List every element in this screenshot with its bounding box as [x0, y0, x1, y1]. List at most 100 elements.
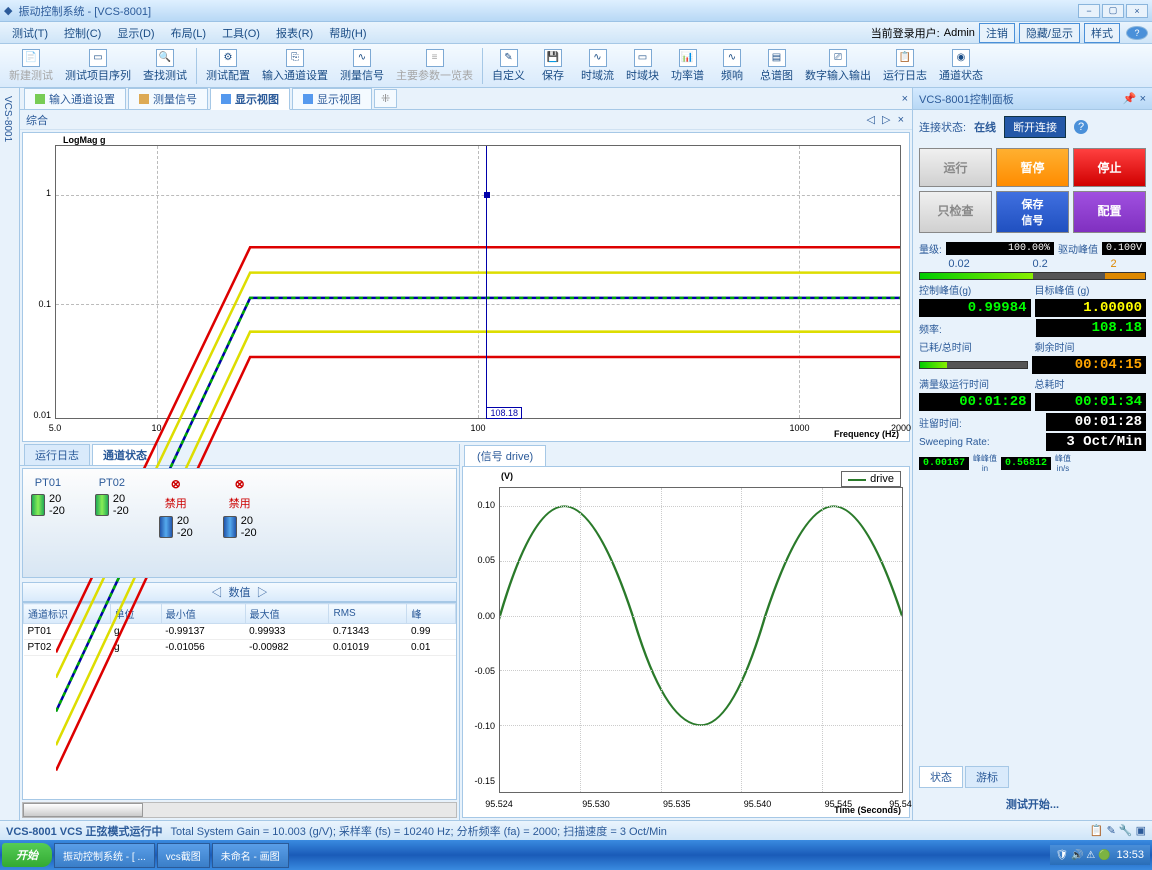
tb-customize[interactable]: ✎自定义: [487, 47, 530, 85]
tb-save[interactable]: 💾保存: [532, 47, 574, 85]
total-time: 00:01:34: [1035, 393, 1147, 411]
channel-4: ⊗禁用20-20: [223, 477, 257, 569]
menu-tools[interactable]: 工具(O): [214, 23, 268, 43]
dwell-time: 00:01:28: [1046, 413, 1146, 431]
signal-legend: drive: [841, 471, 901, 487]
cursor-readout: 108.18: [486, 407, 522, 419]
main-toolbar: 📄新建测试 ▭测试项目序列 🔍查找测试 ⚙测试配置 ⎘输入通道设置 ∿测量信号 …: [0, 44, 1152, 88]
pause-button[interactable]: 暂停: [996, 148, 1069, 187]
user-name: Admin: [944, 27, 975, 39]
status-mode: VCS-8001 VCS 正弦模式运行中: [6, 823, 162, 839]
disabled-icon: ⊗: [171, 477, 181, 491]
drive-bar: [919, 272, 1146, 280]
chart-ylabel: LogMag g: [63, 135, 106, 145]
pk-ins: 0.56812: [1001, 457, 1051, 470]
status-bar: VCS-8001 VCS 正弦模式运行中 Total System Gain =…: [0, 820, 1152, 840]
config-button[interactable]: 配置: [1073, 191, 1146, 233]
tb-digital-io[interactable]: ⎚数字输入输出: [800, 47, 876, 85]
status-icons: 📋 ✎ 🔧 ▣: [1090, 824, 1146, 837]
chart-cursor[interactable]: [486, 146, 487, 418]
doctab-display-view-1[interactable]: 显示视图: [210, 88, 290, 110]
title-bar: ◆ 振动控制系统 - [VCS-8001] − ▢ ×: [0, 0, 1152, 22]
channel-pt02: PT0220-20: [95, 477, 129, 569]
help-icon[interactable]: ?: [1126, 26, 1148, 40]
menu-report[interactable]: 报表(R): [268, 23, 321, 43]
panel-pin-icon[interactable]: 📌 ×: [1123, 92, 1146, 105]
subbar-title: 综合: [26, 112, 48, 128]
channel-3: ⊗禁用20-20: [159, 477, 193, 569]
menu-display[interactable]: 显示(D): [109, 23, 162, 43]
doctab-input-channels[interactable]: 输入通道设置: [24, 88, 126, 110]
tb-params[interactable]: ≡主要参数一览表: [391, 47, 478, 85]
tb-channel-status[interactable]: ◉通道状态: [934, 47, 988, 85]
connection-status: 在线: [974, 119, 996, 135]
clock: 13:53: [1116, 849, 1144, 861]
app-logo-icon: ◆: [4, 4, 12, 17]
save-signal-button[interactable]: 保存信号: [996, 191, 1069, 233]
user-label: 当前登录用户:: [871, 25, 940, 41]
doctab-display-view-2[interactable]: 显示视图: [292, 88, 372, 110]
tb-input-channels[interactable]: ⎘输入通道设置: [257, 47, 333, 85]
sweep-rate: 3 Oct/Min: [1046, 433, 1146, 451]
menu-test[interactable]: 测试(T): [4, 23, 56, 43]
tb-time-stream[interactable]: ∿时域流: [576, 47, 619, 85]
tb-find-test[interactable]: 🔍查找测试: [138, 47, 192, 85]
menu-bar: 测试(T) 控制(C) 显示(D) 布局(L) 工具(O) 报表(R) 帮助(H…: [0, 22, 1152, 44]
test-start-label: 测试开始...: [913, 788, 1152, 820]
subbar: 综合 ◁ ▷ ×: [20, 110, 912, 130]
style-button[interactable]: 样式: [1084, 23, 1120, 43]
check-button[interactable]: 只检查: [919, 191, 992, 233]
help-icon[interactable]: ?: [1074, 120, 1088, 134]
frequency: 108.18: [1036, 319, 1146, 337]
menu-help[interactable]: 帮助(H): [321, 23, 374, 43]
disconnect-button[interactable]: 断开连接: [1004, 116, 1066, 138]
tb-measure-signal[interactable]: ∿测量信号: [335, 47, 389, 85]
status-info: Total System Gain = 10.003 (g/V); 采样率 (f…: [170, 823, 666, 839]
tb-time-block[interactable]: ▭时域块: [621, 47, 664, 85]
subbar-nav[interactable]: ◁ ▷ ×: [867, 113, 906, 126]
panel-tab-cursor[interactable]: 游标: [965, 766, 1009, 788]
channel-pt01: PT0120-20: [31, 477, 65, 569]
remain-time: 00:04:15: [1032, 356, 1147, 374]
window-title: 振动控制系统 - [VCS-8001]: [18, 3, 151, 19]
tb-power-spectrum[interactable]: 📊功率谱: [666, 47, 709, 85]
elapsed-bar: [919, 361, 1028, 369]
toggle-visibility-button[interactable]: 隐藏/显示: [1019, 23, 1080, 43]
doctab-measure-signal[interactable]: 测量信号: [128, 88, 208, 110]
close-button[interactable]: ×: [1126, 4, 1148, 18]
side-tab[interactable]: VCS-8001: [0, 88, 20, 820]
panel-title: VCS-8001控制面板: [919, 91, 1014, 107]
stop-button[interactable]: 停止: [1073, 148, 1146, 187]
signal-chart[interactable]: drive (V) 0.10 0.05 0.00 -0.05 -0.10 -0.…: [462, 466, 910, 818]
doctab-close-icon[interactable]: ×: [902, 93, 908, 105]
level-value: 100.00%: [946, 242, 1054, 255]
logout-button[interactable]: 注销: [979, 23, 1015, 43]
pk-in: 0.00167: [919, 457, 969, 470]
tb-runlog[interactable]: 📋运行日志: [878, 47, 932, 85]
full-time: 00:01:28: [919, 393, 1031, 411]
tb-new-test[interactable]: 📄新建测试: [4, 47, 58, 85]
doctab-extra[interactable]: ⁜: [374, 89, 397, 108]
start-button[interactable]: 开始: [2, 843, 52, 867]
target-peak: 1.00000: [1035, 299, 1147, 317]
tb-test-config[interactable]: ⚙测试配置: [201, 47, 255, 85]
tb-overall[interactable]: ▤总谱图: [755, 47, 798, 85]
channel-status-panel: PT0120-20 PT0220-20 ⊗禁用20-20 ⊗禁用20-20: [22, 468, 457, 578]
chart-xlabel: Frequency (Hz): [834, 429, 899, 439]
menu-layout[interactable]: 布局(L): [163, 23, 214, 43]
tb-test-sequence[interactable]: ▭测试项目序列: [60, 47, 136, 85]
document-tabs: 输入通道设置 测量信号 显示视图 显示视图 ⁜ ×: [20, 88, 912, 110]
panel-tab-status[interactable]: 状态: [919, 766, 963, 788]
chart-plot-area[interactable]: 108.18: [55, 145, 901, 419]
system-tray[interactable]: 🛡 🔊 ⚠ 🟢 13:53: [1050, 845, 1150, 865]
menu-control[interactable]: 控制(C): [56, 23, 109, 43]
maximize-button[interactable]: ▢: [1102, 4, 1124, 18]
control-peak: 0.99984: [919, 299, 1031, 317]
disabled-icon: ⊗: [235, 477, 245, 491]
main-chart[interactable]: LogMag g 1 0.1 0.01: [22, 132, 910, 442]
run-button[interactable]: 运行: [919, 148, 992, 187]
tb-frf[interactable]: ∿频响: [711, 47, 753, 85]
minimize-button[interactable]: −: [1078, 4, 1100, 18]
control-panel: VCS-8001控制面板📌 × 连接状态: 在线 断开连接 ? 运行 暂停 停止…: [912, 88, 1152, 820]
taskbar: 开始 振动控制系统 - [ ... vcs截图 未命名 - 画图 🛡 🔊 ⚠ 🟢…: [0, 840, 1152, 870]
